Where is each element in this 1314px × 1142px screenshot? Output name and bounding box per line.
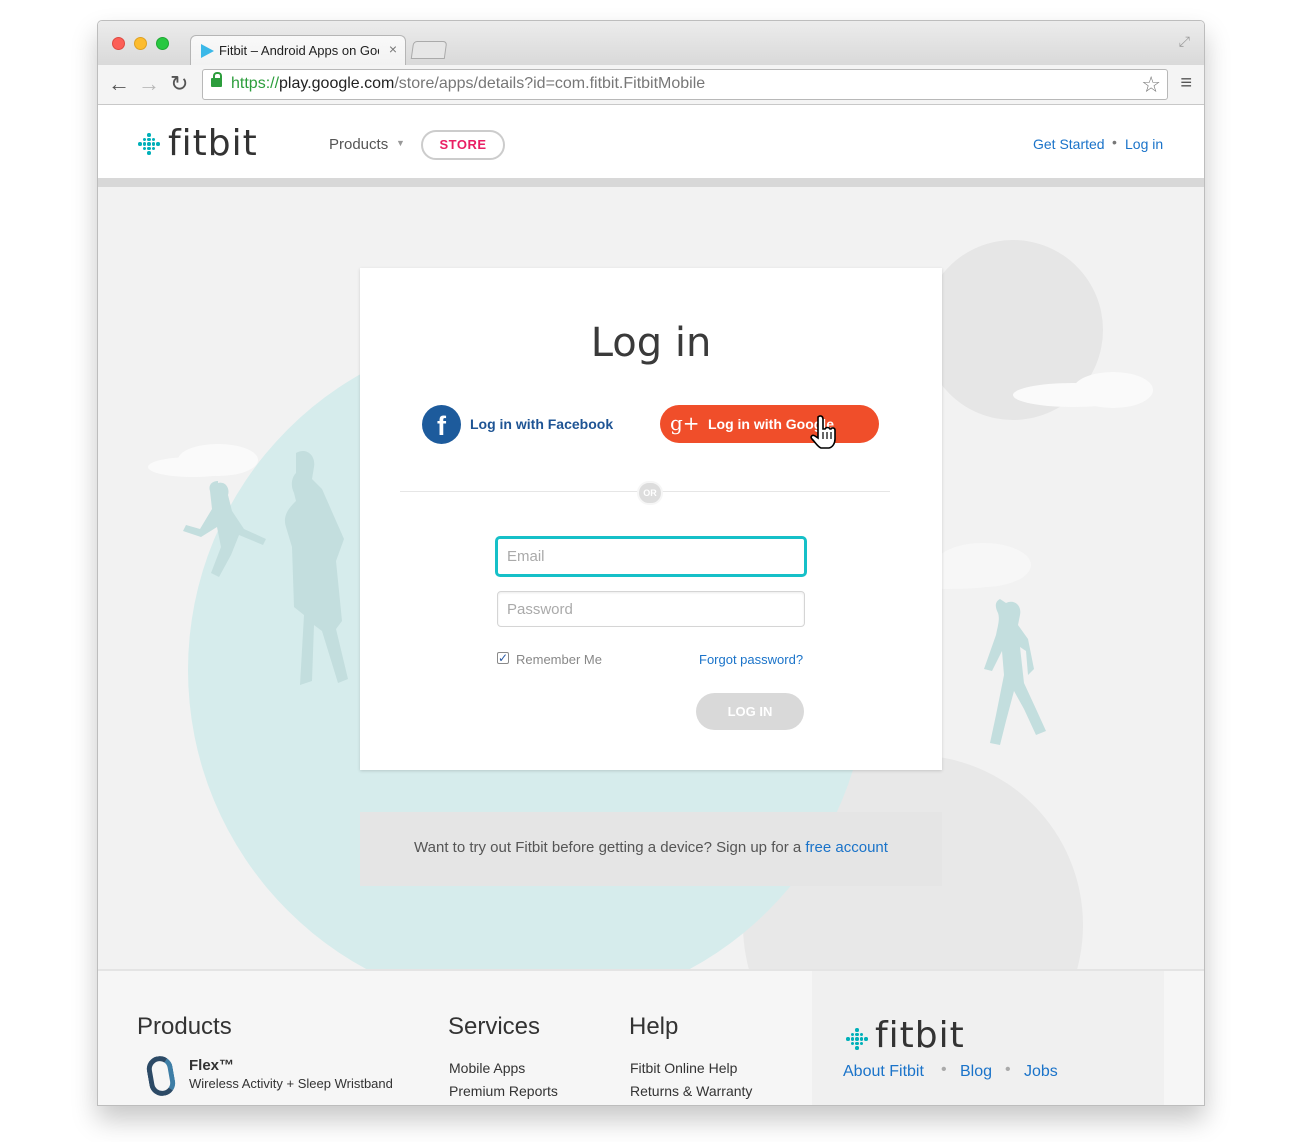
minimize-window-icon[interactable] [134,37,147,50]
flex-product-desc: Wireless Activity + Sleep Wristband [189,1076,393,1091]
title-bar: Fitbit – Android Apps on Google Play × ⤢ [98,21,1204,65]
signup-text: Want to try out Fitbit before getting a … [360,839,942,856]
flex-product-name[interactable]: Flex™ [189,1057,234,1074]
free-account-link[interactable]: free account [805,839,888,856]
tab-title: Fitbit – Android Apps on Google Play [219,43,379,58]
footer-separator: • [1005,1061,1011,1078]
login-card: Log in f Log in with Facebook g+ Log in … [360,268,942,770]
google-login-button[interactable]: g+ Log in with Google [660,405,879,449]
footer-help-title: Help [629,1013,679,1040]
footer-fitbit-logo-text[interactable]: fitbit [875,1015,965,1056]
or-separator: OR [637,481,663,505]
chevron-down-icon[interactable]: ▼ [396,138,405,148]
address-bar[interactable]: https://play.google.com/store/apps/detai… [202,69,1168,100]
reload-icon[interactable]: ↻ [170,73,188,95]
footer-products-title: Products [137,1013,232,1040]
browser-tab[interactable]: Fitbit – Android Apps on Google Play × [190,35,406,65]
fitbit-logo-icon[interactable] [138,133,160,155]
url-text: https://play.google.com/store/apps/detai… [231,75,705,93]
get-started-link[interactable]: Get Started [1033,136,1105,152]
remember-me-label[interactable]: Remember Me [516,652,602,667]
flex-wristband-icon[interactable] [144,1054,178,1098]
forward-arrow-icon[interactable]: → [138,73,160,95]
footer-link-jobs[interactable]: Jobs [1024,1063,1058,1081]
header-separator: • [1112,134,1117,150]
footer-link-returns[interactable]: Returns & Warranty [630,1083,752,1099]
site-footer: Products Flex™ Wireless Activity + Sleep… [98,969,1204,1105]
footer-services-title: Services [448,1013,541,1040]
zoom-window-icon[interactable] [156,37,169,50]
remember-me-checkbox[interactable]: ✓ [497,652,509,664]
browser-window: Fitbit – Android Apps on Google Play × ⤢… [97,20,1205,1106]
hand-pointer-cursor-icon [810,415,836,449]
forgot-password-link[interactable]: Forgot password? [699,652,803,667]
password-field[interactable] [497,591,805,627]
new-tab-button[interactable] [410,41,448,59]
footer-link-blog[interactable]: Blog [960,1063,992,1081]
footer-fitbit-logo-icon[interactable] [846,1028,868,1050]
fitbit-logo-text[interactable]: fitbit [168,123,258,164]
bookmark-star-icon[interactable]: ☆ [1141,72,1161,98]
login-submit-button[interactable]: LOG IN [696,693,804,730]
page-viewport: fitbit Products ▼ STORE Get Started • Lo… [98,105,1204,1105]
footer-link-about[interactable]: About Fitbit [843,1063,924,1081]
url-host: play.google.com [279,75,395,92]
header-login-link[interactable]: Log in [1125,136,1163,152]
nav-products[interactable]: Products [329,136,388,153]
page-title: Log in [590,320,712,366]
fullscreen-icon[interactable]: ⤢ [1179,33,1190,50]
close-window-icon[interactable] [112,37,125,50]
google-plus-icon: g+ [670,411,700,435]
footer-link-online-help[interactable]: Fitbit Online Help [630,1060,737,1076]
footer-separator: • [941,1061,947,1078]
facebook-icon[interactable]: f [422,405,461,444]
url-path: /store/apps/details?id=com.fitbit.Fitbit… [394,75,706,92]
email-field[interactable] [495,536,807,577]
signup-banner: Want to try out Fitbit before getting a … [360,812,942,886]
browser-menu-icon[interactable]: ≡ [1180,72,1192,95]
signup-prompt: Want to try out Fitbit before getting a … [414,839,806,856]
store-button[interactable]: STORE [421,130,505,160]
google-play-icon [201,44,214,58]
footer-link-premium-reports[interactable]: Premium Reports [449,1083,558,1099]
lock-icon [211,72,222,87]
facebook-login-link[interactable]: Log in with Facebook [470,416,613,432]
back-arrow-icon[interactable]: ← [108,73,130,95]
site-header: fitbit Products ▼ STORE Get Started • Lo… [98,105,1204,187]
tab-close-icon[interactable]: × [389,41,397,57]
footer-link-mobile-apps[interactable]: Mobile Apps [449,1060,525,1076]
browser-toolbar: ← → ↻ https://play.google.com/store/apps… [98,65,1204,105]
url-scheme: https:// [231,75,280,92]
